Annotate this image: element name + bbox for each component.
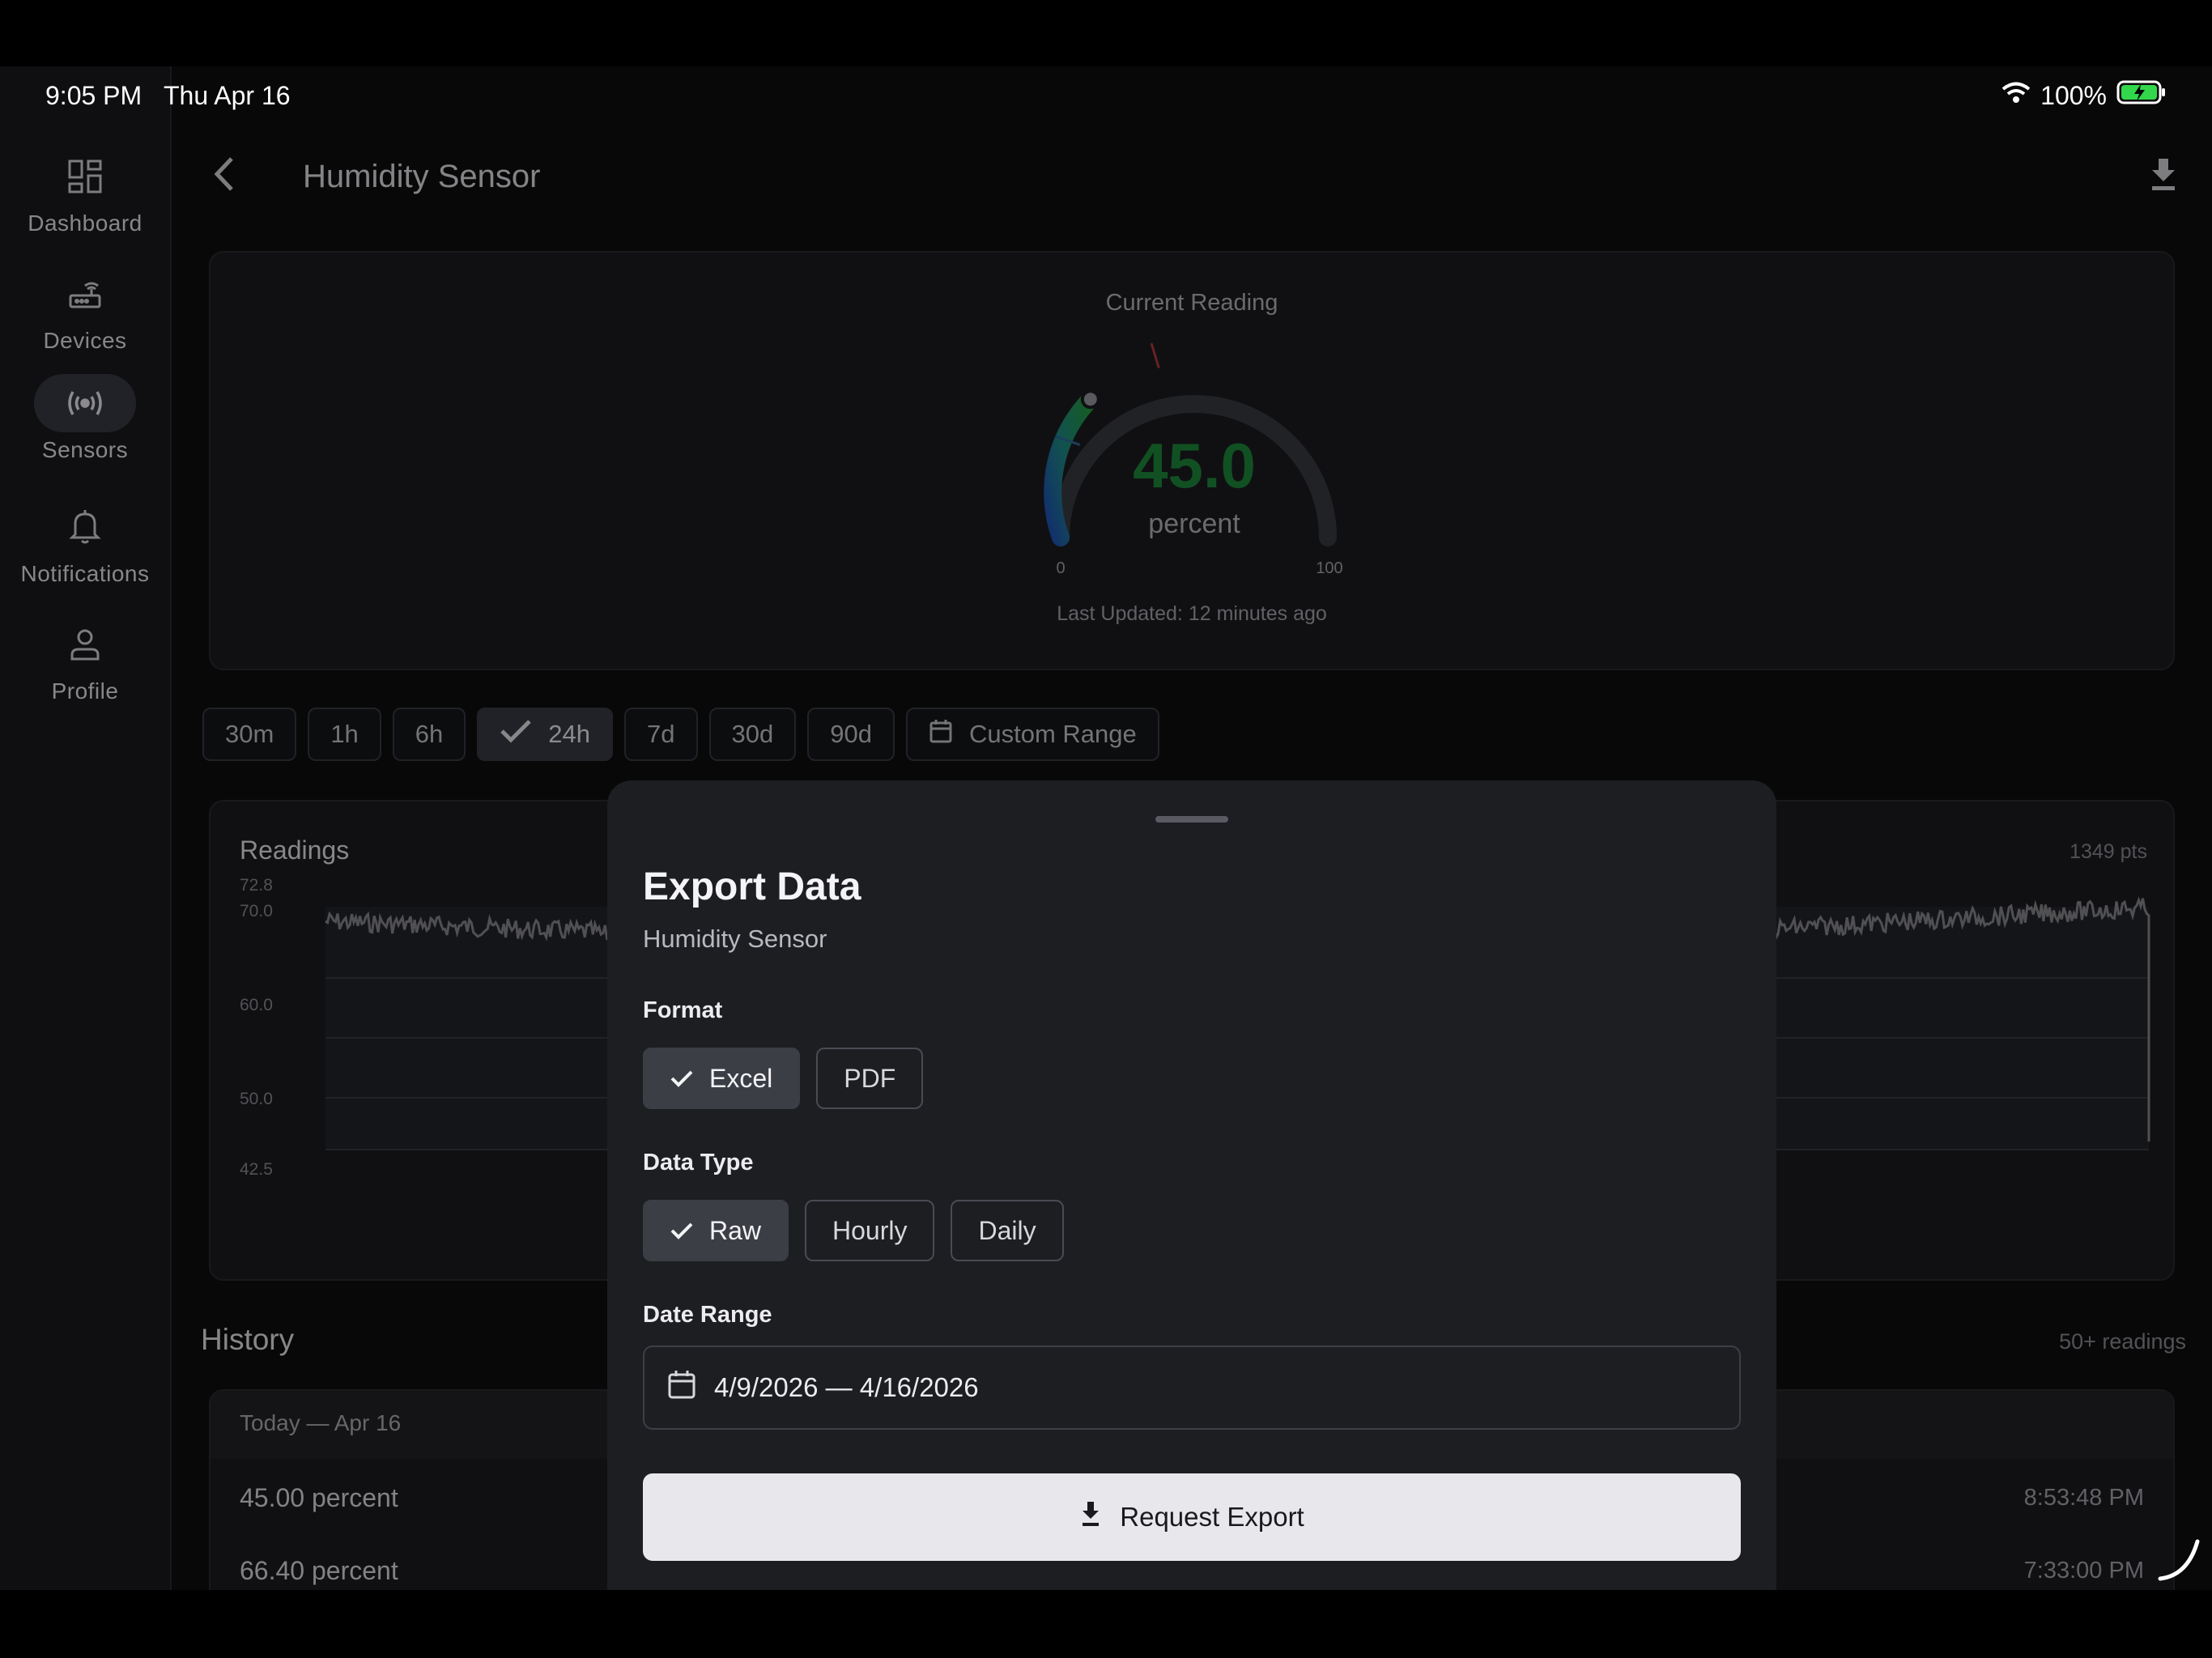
data-type-label: Data Type bbox=[643, 1150, 754, 1175]
data-type-raw-chip[interactable]: Raw bbox=[643, 1200, 789, 1261]
download-icon bbox=[1079, 1500, 1102, 1534]
top-letterbox bbox=[0, 0, 2212, 66]
check-icon bbox=[670, 1064, 693, 1094]
data-type-options: Raw Hourly Daily bbox=[643, 1200, 1064, 1261]
export-data-sheet: Export Data Humidity Sensor Format Excel… bbox=[607, 780, 1776, 1590]
sheet-title: Export Data bbox=[643, 865, 861, 908]
data-type-hourly-chip[interactable]: Hourly bbox=[805, 1200, 935, 1261]
sheet-grabber[interactable] bbox=[1155, 816, 1228, 823]
status-indicators: 100% bbox=[2001, 79, 2167, 112]
corner-gesture-indicator bbox=[2155, 1535, 2204, 1588]
check-icon bbox=[670, 1216, 693, 1246]
battery-charging-icon bbox=[2116, 79, 2167, 112]
chip-label: Excel bbox=[709, 1063, 773, 1093]
wifi-icon bbox=[2001, 81, 2031, 111]
sheet-subtitle: Humidity Sensor bbox=[643, 925, 827, 953]
date-range-label: Date Range bbox=[643, 1302, 772, 1328]
bottom-letterbox bbox=[0, 1590, 2212, 1658]
request-export-label: Request Export bbox=[1120, 1502, 1304, 1532]
calendar-icon bbox=[667, 1369, 696, 1406]
status-date: Thu Apr 16 bbox=[164, 81, 291, 110]
date-range-value: 4/9/2026 — 4/16/2026 bbox=[714, 1372, 979, 1402]
chip-label: PDF bbox=[844, 1063, 896, 1093]
data-type-daily-chip[interactable]: Daily bbox=[951, 1200, 1064, 1261]
chip-label: Hourly bbox=[832, 1215, 908, 1245]
battery-percent: 100% bbox=[2040, 80, 2107, 110]
format-options: Excel PDF bbox=[643, 1048, 924, 1109]
format-label: Format bbox=[643, 997, 723, 1023]
chip-label: Daily bbox=[978, 1215, 1036, 1245]
format-excel-chip[interactable]: Excel bbox=[643, 1048, 801, 1109]
format-pdf-chip[interactable]: PDF bbox=[816, 1048, 924, 1109]
request-export-button[interactable]: Request Export bbox=[643, 1473, 1741, 1561]
date-range-field[interactable]: 4/9/2026 — 4/16/2026 bbox=[643, 1346, 1741, 1430]
chip-label: Raw bbox=[709, 1215, 762, 1245]
status-time: 9:05 PM bbox=[45, 81, 143, 110]
